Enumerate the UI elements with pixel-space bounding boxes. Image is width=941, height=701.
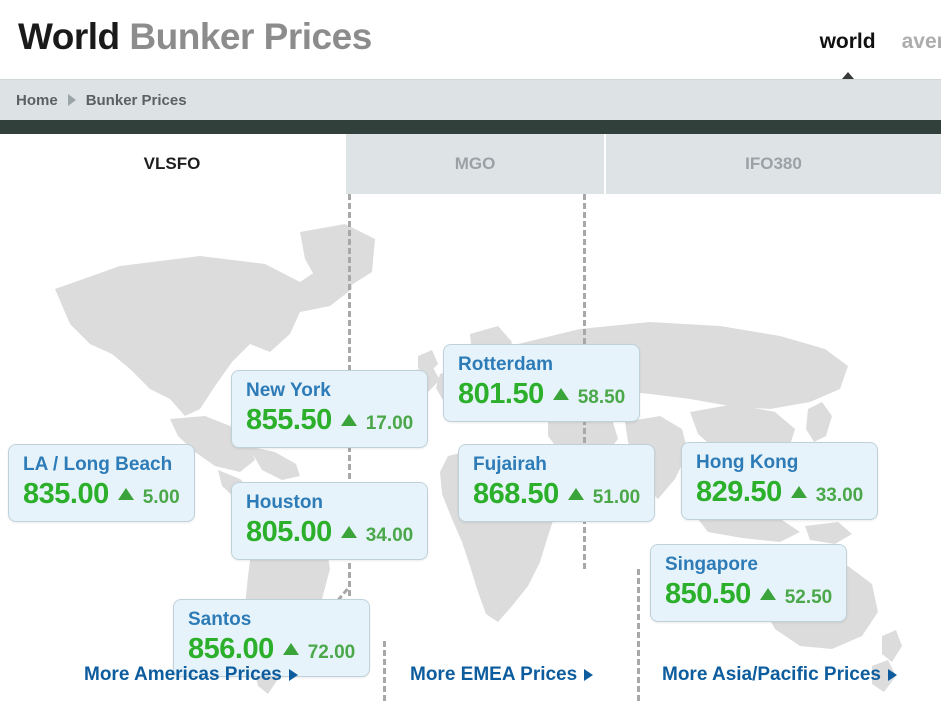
- price-card-change: 5.00: [142, 487, 180, 508]
- breadcrumb-current: Bunker Prices: [85, 91, 187, 109]
- price-card-fujairah[interactable]: Fujairah 868.50 51.00: [458, 444, 656, 522]
- triangle-up-icon: [790, 486, 807, 498]
- more-asia-pacific-prices-label: More Asia/Pacific Prices: [662, 664, 881, 685]
- price-card-values: 829.50 33.00: [696, 475, 863, 509]
- price-card-price: 805.00: [246, 516, 332, 548]
- price-card-new-york[interactable]: New York 855.50 17.00: [231, 370, 429, 448]
- triangle-up-icon: [340, 526, 357, 538]
- region-links: More Americas Prices More EMEA Prices Mo…: [0, 654, 941, 701]
- price-card-price: 801.50: [458, 378, 544, 410]
- header-accent-bar: [0, 120, 941, 134]
- more-emea-prices-label: More EMEA Prices: [410, 664, 578, 685]
- more-americas-prices-link[interactable]: More Americas Prices: [84, 664, 298, 686]
- triangle-up-icon: [340, 414, 357, 426]
- triangle-up-icon: [117, 488, 134, 500]
- tab-ifo380[interactable]: IFO380: [604, 134, 941, 194]
- tab-mgo[interactable]: MGO: [344, 134, 604, 194]
- chevron-right-icon: [67, 94, 76, 106]
- price-card-hong-kong[interactable]: Hong Kong 829.50 33.00: [681, 442, 879, 520]
- price-card-rotterdam[interactable]: Rotterdam 801.50 58.50: [443, 344, 641, 422]
- price-card-values: 801.50 58.50: [458, 377, 625, 411]
- price-card-change: 51.00: [592, 487, 641, 508]
- triangle-up-icon: [759, 588, 776, 600]
- price-card-price: 835.00: [23, 478, 109, 510]
- price-card-values: 855.50 17.00: [246, 403, 413, 437]
- tab-vlsfo[interactable]: VLSFO: [0, 134, 344, 194]
- triangle-right-icon: [288, 669, 298, 681]
- world-map-panel: LA / Long Beach 835.00 5.00 New York 855…: [0, 194, 941, 701]
- page-title-strong: World: [18, 16, 120, 57]
- top-nav-item-world[interactable]: world: [820, 30, 876, 79]
- price-card-city: Hong Kong: [696, 452, 799, 473]
- triangle-right-icon: [887, 669, 897, 681]
- price-card-price: 855.50: [246, 404, 332, 436]
- price-card-price: 850.50: [665, 578, 751, 610]
- more-emea-prices-link[interactable]: More EMEA Prices: [410, 664, 594, 686]
- page-title-light: Bunker Prices: [129, 16, 372, 57]
- price-card-city: Santos: [188, 609, 252, 630]
- price-card-city: Rotterdam: [458, 354, 554, 375]
- price-card-change: 52.50: [784, 587, 833, 608]
- triangle-up-icon: [567, 488, 584, 500]
- triangle-up-icon: [552, 388, 569, 400]
- price-card-la-long-beach[interactable]: LA / Long Beach 835.00 5.00: [8, 444, 195, 522]
- price-card-values: 850.50 52.50: [665, 577, 832, 611]
- breadcrumb: Home Bunker Prices: [0, 80, 941, 120]
- page-header: World Bunker Prices world average: [0, 0, 941, 80]
- price-card-change: 58.50: [577, 387, 626, 408]
- price-card-change: 34.00: [365, 525, 414, 546]
- price-card-city: Houston: [246, 492, 324, 513]
- price-card-houston[interactable]: Houston 805.00 34.00: [231, 482, 429, 560]
- price-card-price: 868.50: [473, 478, 559, 510]
- price-card-values: 868.50 51.00: [473, 477, 640, 511]
- price-card-price: 829.50: [696, 476, 782, 508]
- price-card-values: 835.00 5.00: [23, 477, 180, 511]
- triangle-right-icon: [584, 669, 594, 681]
- more-asia-pacific-prices-link[interactable]: More Asia/Pacific Prices: [662, 664, 897, 686]
- fuel-type-tabs: VLSFO MGO IFO380: [0, 134, 941, 194]
- more-americas-prices-label: More Americas Prices: [84, 664, 282, 685]
- price-card-city: New York: [246, 380, 331, 401]
- price-card-singapore[interactable]: Singapore 850.50 52.50: [650, 544, 848, 622]
- page-title: World Bunker Prices: [18, 16, 372, 58]
- price-card-change: 33.00: [815, 485, 864, 506]
- price-card-city: LA / Long Beach: [23, 454, 173, 475]
- price-card-city: Singapore: [665, 554, 758, 575]
- price-card-values: 805.00 34.00: [246, 515, 413, 549]
- price-card-city: Fujairah: [473, 454, 547, 475]
- price-card-change: 17.00: [365, 413, 414, 434]
- top-nav-item-average[interactable]: average: [902, 30, 941, 54]
- breadcrumb-home[interactable]: Home: [16, 92, 58, 109]
- top-nav: world average: [820, 30, 941, 79]
